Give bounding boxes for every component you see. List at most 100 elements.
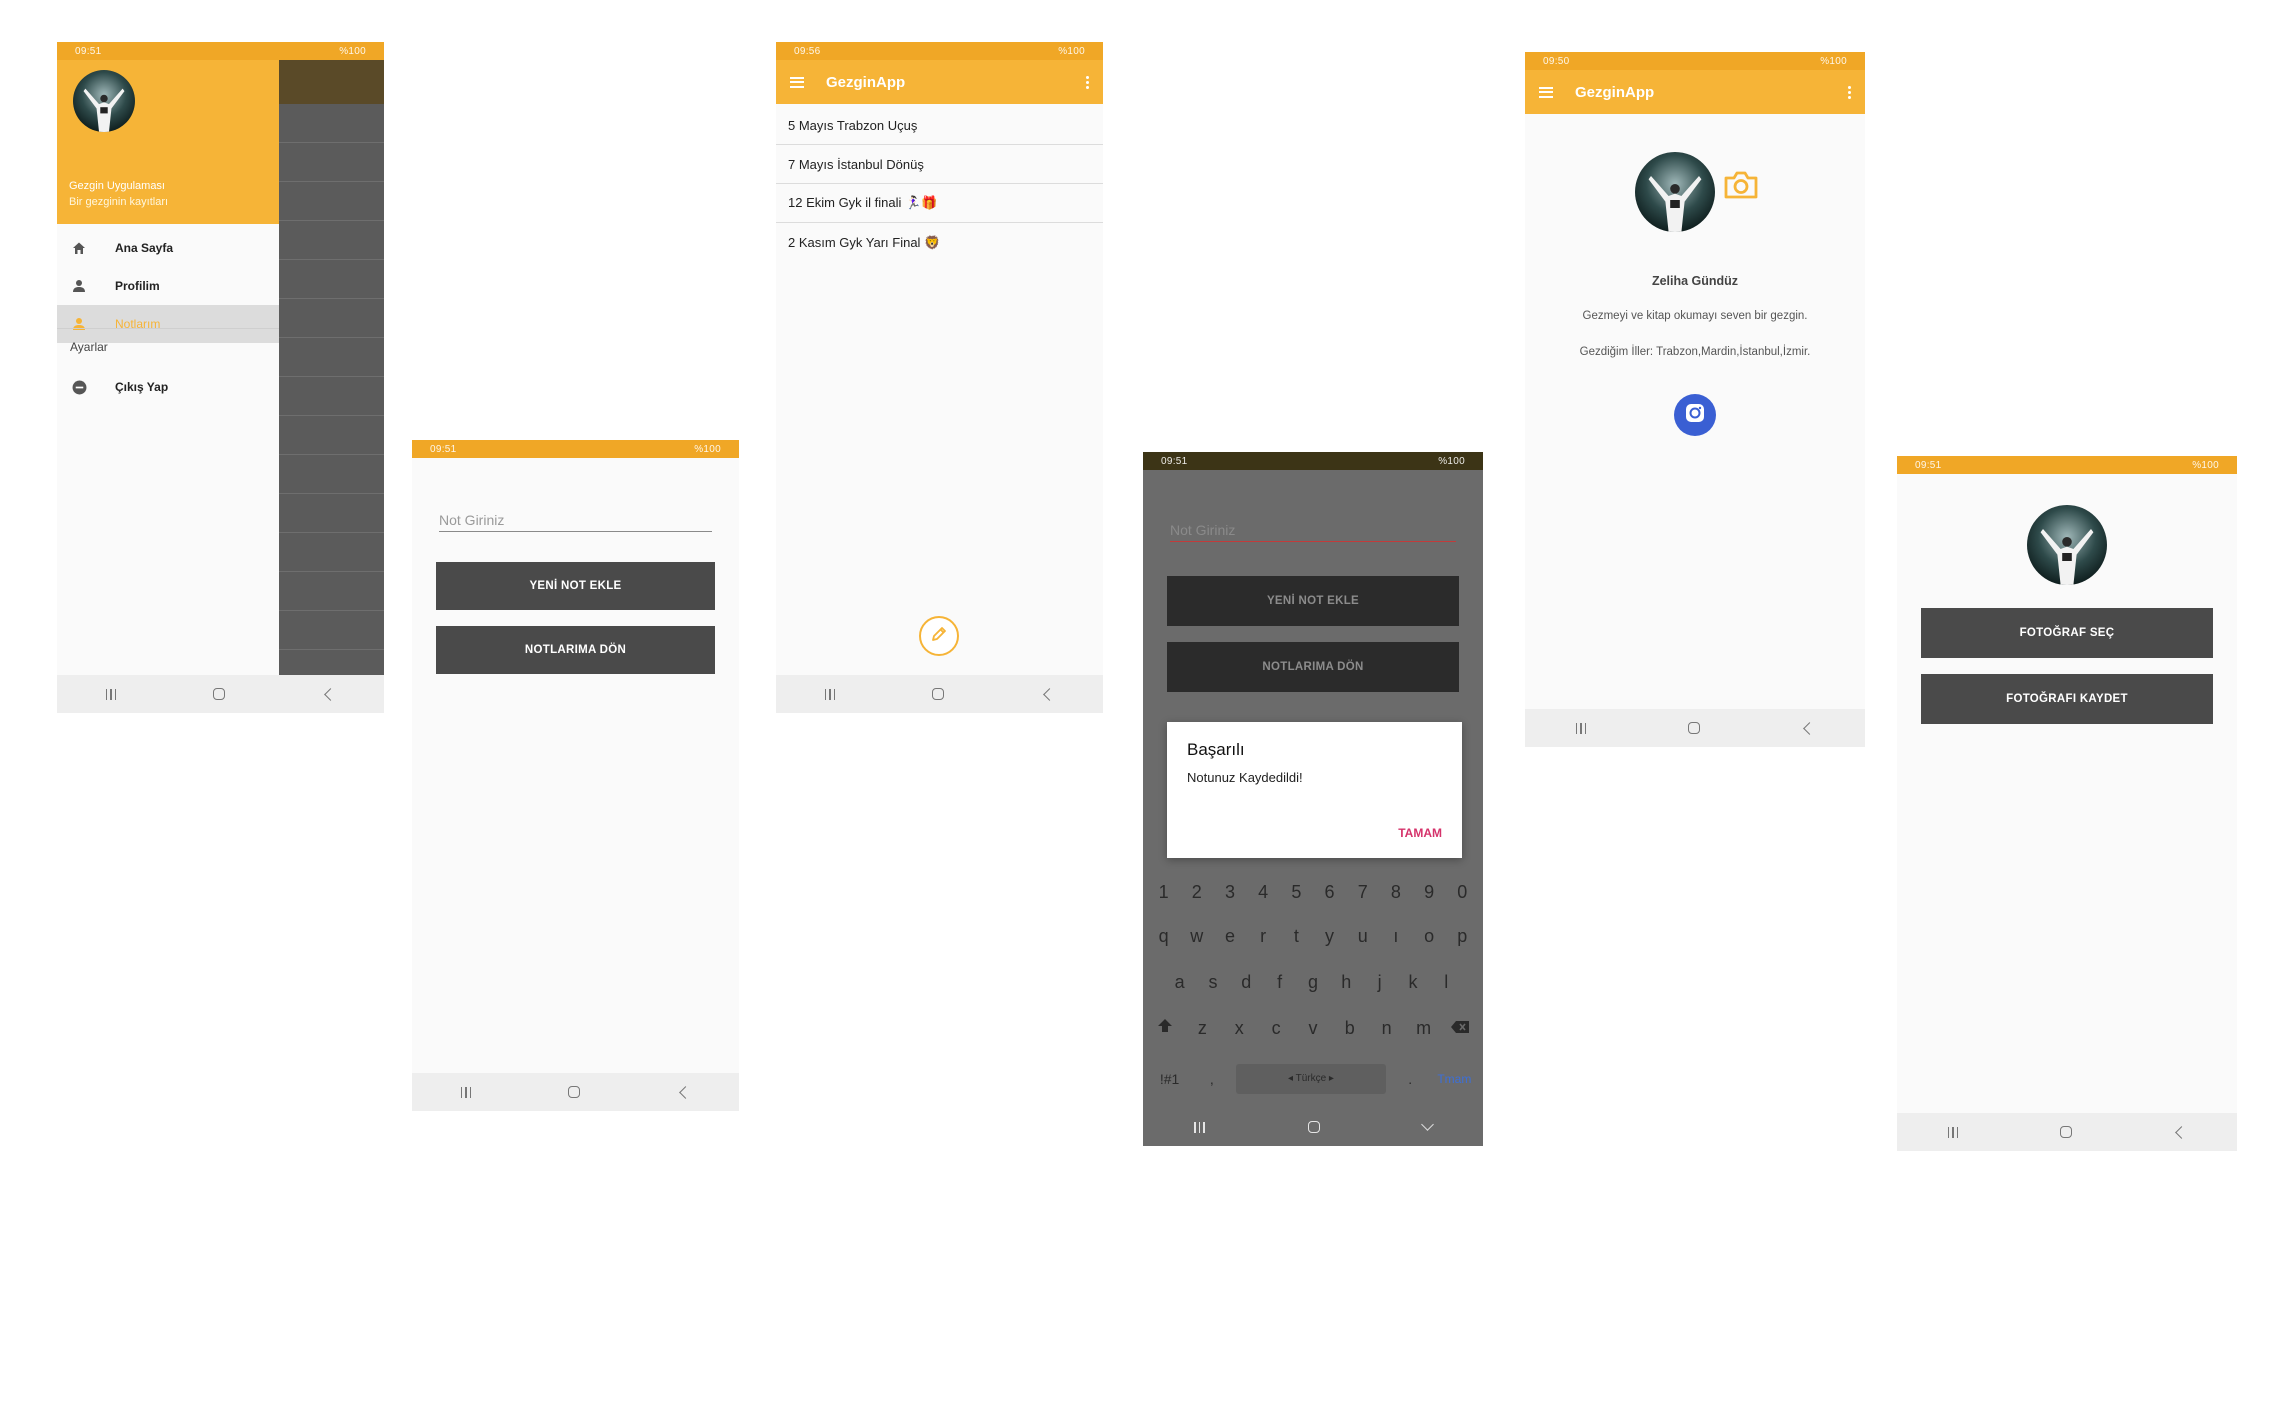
key[interactable]: z [1187, 1018, 1217, 1039]
more-options-icon[interactable] [1847, 85, 1851, 99]
list-item[interactable]: 2 Kasım Gyk Yarı Final 🦁 [776, 223, 1103, 262]
drawer-scrim[interactable] [279, 60, 384, 675]
key[interactable]: p [1447, 926, 1477, 947]
back-icon[interactable] [2175, 1125, 2189, 1139]
key[interactable]: o [1414, 926, 1444, 947]
note-input[interactable]: Not Giriniz [439, 508, 712, 532]
key[interactable]: a [1165, 972, 1195, 993]
home-button-icon[interactable] [213, 688, 226, 700]
home-button-icon[interactable] [2059, 1126, 2072, 1138]
home-button-icon[interactable] [932, 688, 945, 700]
profile-cities: Gezdiğim İller: Trabzon,Mardin,İstanbul,… [1579, 346, 1811, 358]
key[interactable]: g [1298, 972, 1328, 993]
menu-icon[interactable] [790, 76, 804, 88]
menu-item-profile[interactable]: Profilim [57, 267, 279, 305]
period-key[interactable]: . [1395, 1071, 1425, 1087]
back-to-notes-button[interactable]: NOTLARIMA DÖN [1167, 642, 1459, 692]
back-to-notes-button[interactable]: NOTLARIMA DÖN [436, 626, 715, 674]
system-navbar [1143, 1108, 1483, 1146]
key[interactable]: x [1224, 1018, 1254, 1039]
key[interactable]: q [1149, 926, 1179, 947]
menu-item-label: Çıkış Yap [115, 380, 169, 394]
backspace-icon[interactable] [1445, 1018, 1475, 1039]
back-icon[interactable] [1803, 721, 1817, 735]
status-battery: %100 [339, 45, 366, 57]
key[interactable]: 3 [1215, 882, 1245, 903]
status-bar: 09:51 %100 [412, 440, 739, 458]
shift-icon[interactable] [1150, 1018, 1180, 1039]
add-note-fab[interactable] [919, 616, 959, 656]
status-time: 09:51 [1161, 455, 1188, 467]
add-note-button[interactable]: YENİ NOT EKLE [1167, 576, 1459, 626]
key[interactable]: d [1231, 972, 1261, 993]
key[interactable]: b [1335, 1018, 1365, 1039]
key[interactable]: y [1315, 926, 1345, 947]
home-button-icon[interactable] [1307, 1121, 1320, 1133]
menu-item-logout[interactable]: Çıkış Yap [57, 368, 279, 406]
recent-apps-icon[interactable] [824, 688, 836, 700]
key[interactable]: 5 [1281, 882, 1311, 903]
list-item[interactable]: 5 Mayıs Trabzon Uçuş [776, 106, 1103, 145]
scrim-divider [279, 532, 384, 533]
key[interactable]: 7 [1348, 882, 1378, 903]
recent-apps-icon[interactable] [105, 688, 117, 700]
done-key[interactable]: Tmam [1434, 1072, 1474, 1086]
key[interactable]: 2 [1182, 882, 1212, 903]
key[interactable]: s [1198, 972, 1228, 993]
key[interactable]: m [1409, 1018, 1439, 1039]
key[interactable]: l [1431, 972, 1461, 993]
key[interactable]: t [1281, 926, 1311, 947]
recent-apps-icon[interactable] [1194, 1121, 1205, 1133]
scrim-divider [279, 493, 384, 494]
save-photo-button[interactable]: FOTOĞRAFI KAYDET [1921, 674, 2213, 724]
key[interactable]: w [1182, 926, 1212, 947]
instagram-icon [1684, 402, 1706, 429]
back-icon[interactable] [679, 1085, 693, 1099]
key[interactable]: c [1261, 1018, 1291, 1039]
back-icon[interactable] [1043, 687, 1057, 701]
dialog-ok-button[interactable]: TAMAM [1398, 826, 1442, 840]
instagram-button[interactable] [1674, 394, 1716, 436]
key[interactable]: h [1331, 972, 1361, 993]
key[interactable]: u [1348, 926, 1378, 947]
symbols-key[interactable]: !#1 [1152, 1071, 1188, 1087]
key[interactable]: k [1398, 972, 1428, 993]
list-item[interactable]: 12 Ekim Gyk il finali 🏃🏻‍♀️🎁 [776, 184, 1103, 223]
key[interactable]: j [1365, 972, 1395, 993]
note-input[interactable]: Not Giriniz [1170, 518, 1456, 542]
key[interactable]: ı [1381, 926, 1411, 947]
home-button-icon[interactable] [568, 1086, 581, 1098]
select-photo-button[interactable]: FOTOĞRAF SEÇ [1921, 608, 2213, 658]
scrim-divider [279, 220, 384, 221]
key[interactable]: f [1265, 972, 1295, 993]
avatar [73, 70, 135, 132]
recent-apps-icon[interactable] [460, 1086, 472, 1098]
key[interactable]: e [1215, 926, 1245, 947]
home-button-icon[interactable] [1687, 722, 1700, 734]
back-icon[interactable] [324, 687, 338, 701]
key[interactable]: 1 [1149, 882, 1179, 903]
system-navbar [776, 675, 1103, 713]
space-key[interactable]: ◂ Türkçe ▸ [1235, 1064, 1386, 1094]
recent-apps-icon[interactable] [1947, 1126, 1959, 1138]
key[interactable]: 4 [1248, 882, 1278, 903]
key[interactable]: 9 [1414, 882, 1444, 903]
more-options-icon[interactable] [1085, 75, 1089, 89]
hide-keyboard-icon[interactable] [1420, 1118, 1434, 1131]
key[interactable]: v [1298, 1018, 1328, 1039]
keyboard-row-4: !#1 , ◂ Türkçe ▸ . Tmam [1147, 1064, 1479, 1094]
key[interactable]: 0 [1447, 882, 1477, 903]
recent-apps-icon[interactable] [1575, 722, 1587, 734]
add-note-button[interactable]: YENİ NOT EKLE [436, 562, 715, 610]
list-item[interactable]: 7 Mayıs İstanbul Dönüş [776, 145, 1103, 184]
key[interactable]: 8 [1381, 882, 1411, 903]
status-bar: 09:51 %100 [1897, 456, 2237, 474]
key[interactable]: n [1372, 1018, 1402, 1039]
key[interactable]: 6 [1315, 882, 1345, 903]
camera-icon[interactable] [1723, 170, 1759, 205]
comma-key[interactable]: , [1197, 1071, 1227, 1087]
key[interactable]: r [1248, 926, 1278, 947]
menu-item-notes[interactable]: Notlarım [57, 305, 279, 343]
menu-icon[interactable] [1539, 86, 1553, 98]
menu-item-home[interactable]: Ana Sayfa [57, 229, 279, 267]
